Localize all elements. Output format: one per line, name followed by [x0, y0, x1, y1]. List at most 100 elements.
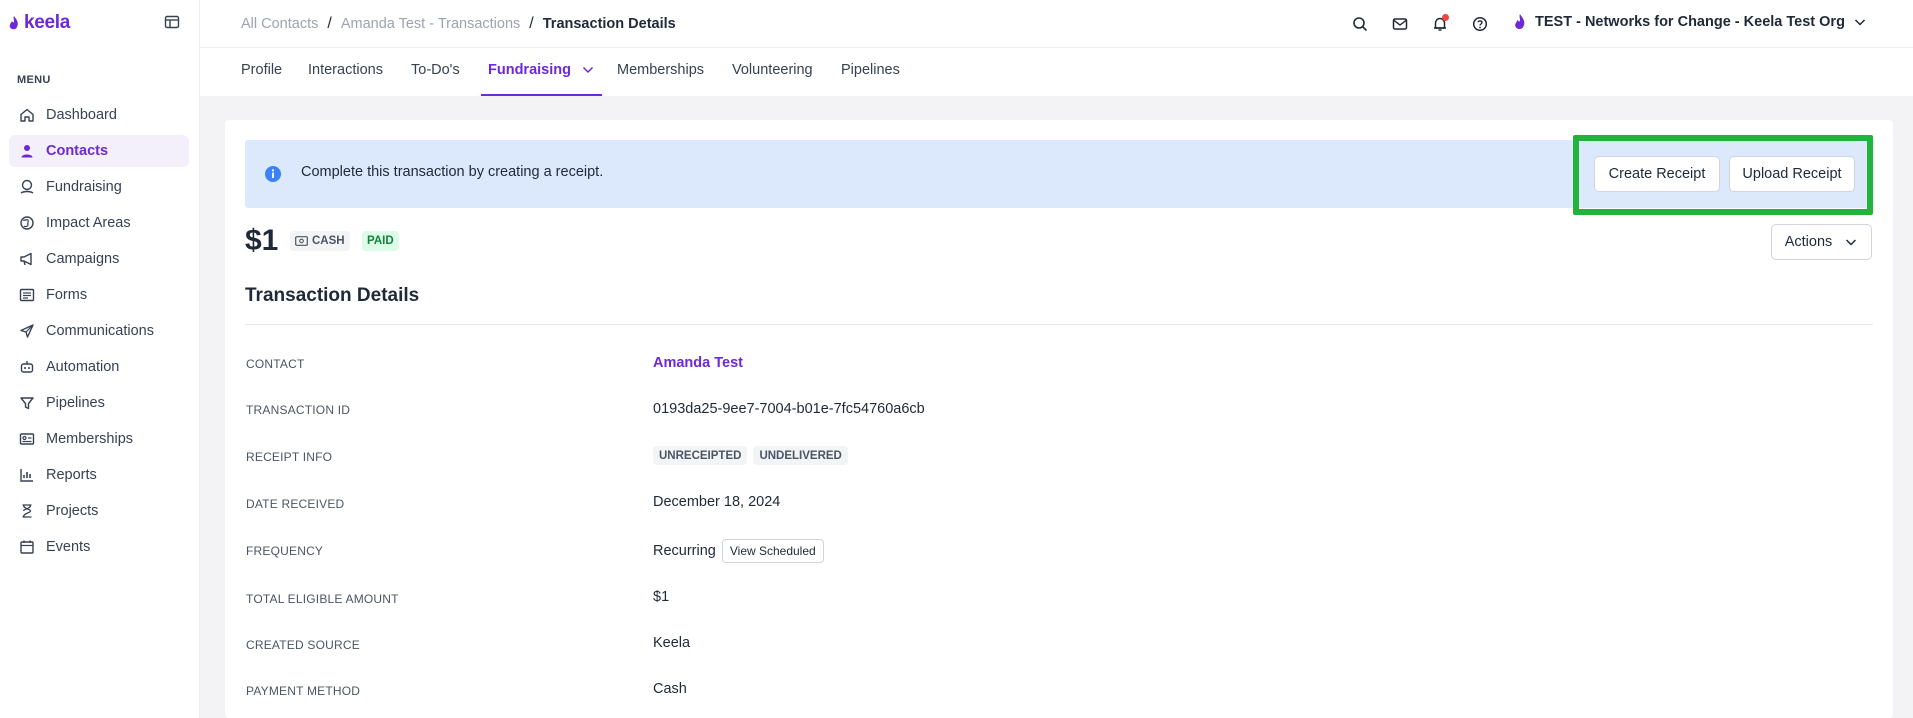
transaction-id-label: TRANSACTION ID	[246, 403, 351, 417]
tab-fundraising-label: Fundraising	[488, 62, 571, 78]
logo-text: keela	[24, 12, 71, 33]
robot-icon	[18, 358, 36, 376]
header-icons	[1349, 13, 1491, 35]
info-icon	[264, 165, 282, 188]
sidebar-nav: Dashboard Contacts Fundraising Impact Ar…	[9, 99, 189, 567]
frequency-text: Recurring	[653, 542, 716, 559]
sidebar-item-projects[interactable]: Projects	[9, 495, 189, 527]
frequency-label: FREQUENCY	[246, 544, 324, 558]
sidebar-item-label: Events	[46, 539, 91, 555]
org-logo-icon	[1515, 14, 1525, 30]
donation-icon	[18, 178, 36, 196]
date-received-label: DATE RECEIVED	[246, 497, 345, 511]
home-icon	[18, 106, 36, 124]
sidebar-item-contacts[interactable]: Contacts	[9, 135, 189, 167]
transaction-id-value: 0193da25-9ee7-7004-b01e-7fc54760a6cb	[653, 401, 925, 417]
hourglass-icon	[18, 502, 36, 520]
person-icon	[18, 142, 36, 160]
sidebar-item-pipelines[interactable]: Pipelines	[9, 387, 189, 419]
sidebar-item-events[interactable]: Events	[9, 531, 189, 563]
sidebar-item-label: Pipelines	[46, 395, 105, 411]
tab-volunteering[interactable]: Volunteering	[732, 62, 813, 96]
undelivered-tag: UNDELIVERED	[753, 446, 848, 465]
megaphone-icon	[18, 250, 36, 268]
created-source-value: Keela	[653, 635, 691, 651]
view-scheduled-button[interactable]: View Scheduled	[721, 539, 824, 563]
receipt-info-value: UNRECEIPTED UNDELIVERED	[653, 446, 854, 465]
notification-dot	[1442, 14, 1449, 21]
tab-memberships[interactable]: Memberships	[617, 62, 704, 96]
chevron-down-icon	[1854, 19, 1865, 26]
payment-method-badge-label: CASH	[312, 235, 345, 247]
breadcrumb-separator: /	[529, 15, 534, 32]
tab-pipelines[interactable]: Pipelines	[841, 62, 900, 96]
sidebar-item-fundraising[interactable]: Fundraising	[9, 171, 189, 203]
sidebar-item-reports[interactable]: Reports	[9, 459, 189, 491]
search-icon[interactable]	[1349, 13, 1371, 35]
payment-method-badge: CASH	[290, 231, 350, 251]
sidebar-item-label: Contacts	[46, 143, 109, 159]
contact-tabs: Profile Interactions To-Do's Fundraising…	[200, 48, 1913, 96]
total-eligible-value: $1	[653, 589, 670, 605]
payment-method-label: PAYMENT METHOD	[246, 684, 361, 698]
tab-fundraising[interactable]: Fundraising	[481, 62, 603, 96]
menu-label: MENU	[17, 74, 51, 86]
alert-message: Complete this transaction by creating a …	[301, 164, 604, 180]
sidebar-item-label: Impact Areas	[46, 215, 131, 231]
breadcrumb: All Contacts / Amanda Test - Transaction…	[241, 15, 676, 33]
bell-icon[interactable]	[1429, 13, 1451, 35]
sidebar-item-impact-areas[interactable]: Impact Areas	[9, 207, 189, 239]
contact-label: CONTACT	[246, 357, 305, 371]
tab-interactions[interactable]: Interactions	[308, 62, 383, 96]
id-card-icon	[18, 430, 36, 448]
contact-value: Amanda Test	[653, 355, 743, 371]
breadcrumb-current: Transaction Details	[542, 16, 676, 32]
payment-method-value: Cash	[653, 681, 687, 697]
mail-icon[interactable]	[1389, 13, 1411, 35]
receipt-info-label: RECEIPT INFO	[246, 450, 333, 464]
chevron-down-icon	[582, 67, 594, 74]
sidebar-item-dashboard[interactable]: Dashboard	[9, 99, 189, 131]
sidebar-collapse-icon[interactable]	[164, 14, 182, 32]
sidebar-item-label: Memberships	[46, 431, 134, 447]
actions-label: Actions	[1784, 234, 1833, 250]
sidebar-item-automation[interactable]: Automation	[9, 351, 189, 383]
create-receipt-button[interactable]: Create Receipt	[1594, 156, 1720, 192]
frequency-value: Recurring View Scheduled	[653, 539, 824, 563]
org-switcher[interactable]: TEST - Networks for Change - Keela Test …	[1513, 13, 1867, 31]
sidebar-item-forms[interactable]: Forms	[9, 279, 189, 311]
top-bar: All Contacts / Amanda Test - Transaction…	[200, 0, 1913, 48]
sidebar-item-label: Campaigns	[46, 251, 120, 267]
section-title: Transaction Details	[245, 285, 420, 306]
created-source-label: CREATED SOURCE	[246, 638, 360, 652]
date-received-value: December 18, 2024	[653, 494, 781, 510]
form-icon	[18, 286, 36, 304]
total-eligible-label: TOTAL ELIGIBLE AMOUNT	[246, 592, 399, 606]
help-icon[interactable]	[1469, 13, 1491, 35]
keela-logo[interactable]: keela	[8, 12, 70, 34]
sidebar-item-communications[interactable]: Communications	[9, 315, 189, 347]
tab-profile[interactable]: Profile	[241, 62, 282, 96]
cash-icon	[295, 236, 308, 246]
sidebar-item-label: Dashboard	[46, 107, 117, 123]
org-name: TEST - Networks for Change - Keela Test …	[1535, 14, 1845, 30]
sidebar-item-campaigns[interactable]: Campaigns	[9, 243, 189, 275]
breadcrumb-all-contacts[interactable]: All Contacts	[241, 16, 318, 32]
contact-link[interactable]: Amanda Test	[653, 355, 743, 371]
sidebar-item-memberships[interactable]: Memberships	[9, 423, 189, 455]
funnel-icon	[18, 394, 36, 412]
sidebar-item-label: Fundraising	[46, 179, 122, 195]
tab-todos[interactable]: To-Do's	[411, 62, 460, 96]
sidebar-item-label: Forms	[46, 287, 88, 303]
actions-dropdown[interactable]: Actions	[1771, 224, 1872, 260]
chevron-down-icon	[1846, 239, 1857, 246]
status-badge: PAID	[362, 231, 399, 251]
sidebar-item-label: Reports	[46, 467, 97, 483]
keela-flame-icon	[9, 16, 18, 30]
transaction-amount: $1	[245, 224, 279, 257]
upload-receipt-button[interactable]: Upload Receipt	[1729, 156, 1855, 192]
sidebar-item-label: Automation	[46, 359, 120, 375]
sidebar-item-label: Communications	[46, 323, 154, 339]
breadcrumb-transactions[interactable]: Amanda Test - Transactions	[341, 16, 520, 32]
sidebar: keela MENU Dashboard Contacts Fundraisin…	[0, 0, 200, 718]
